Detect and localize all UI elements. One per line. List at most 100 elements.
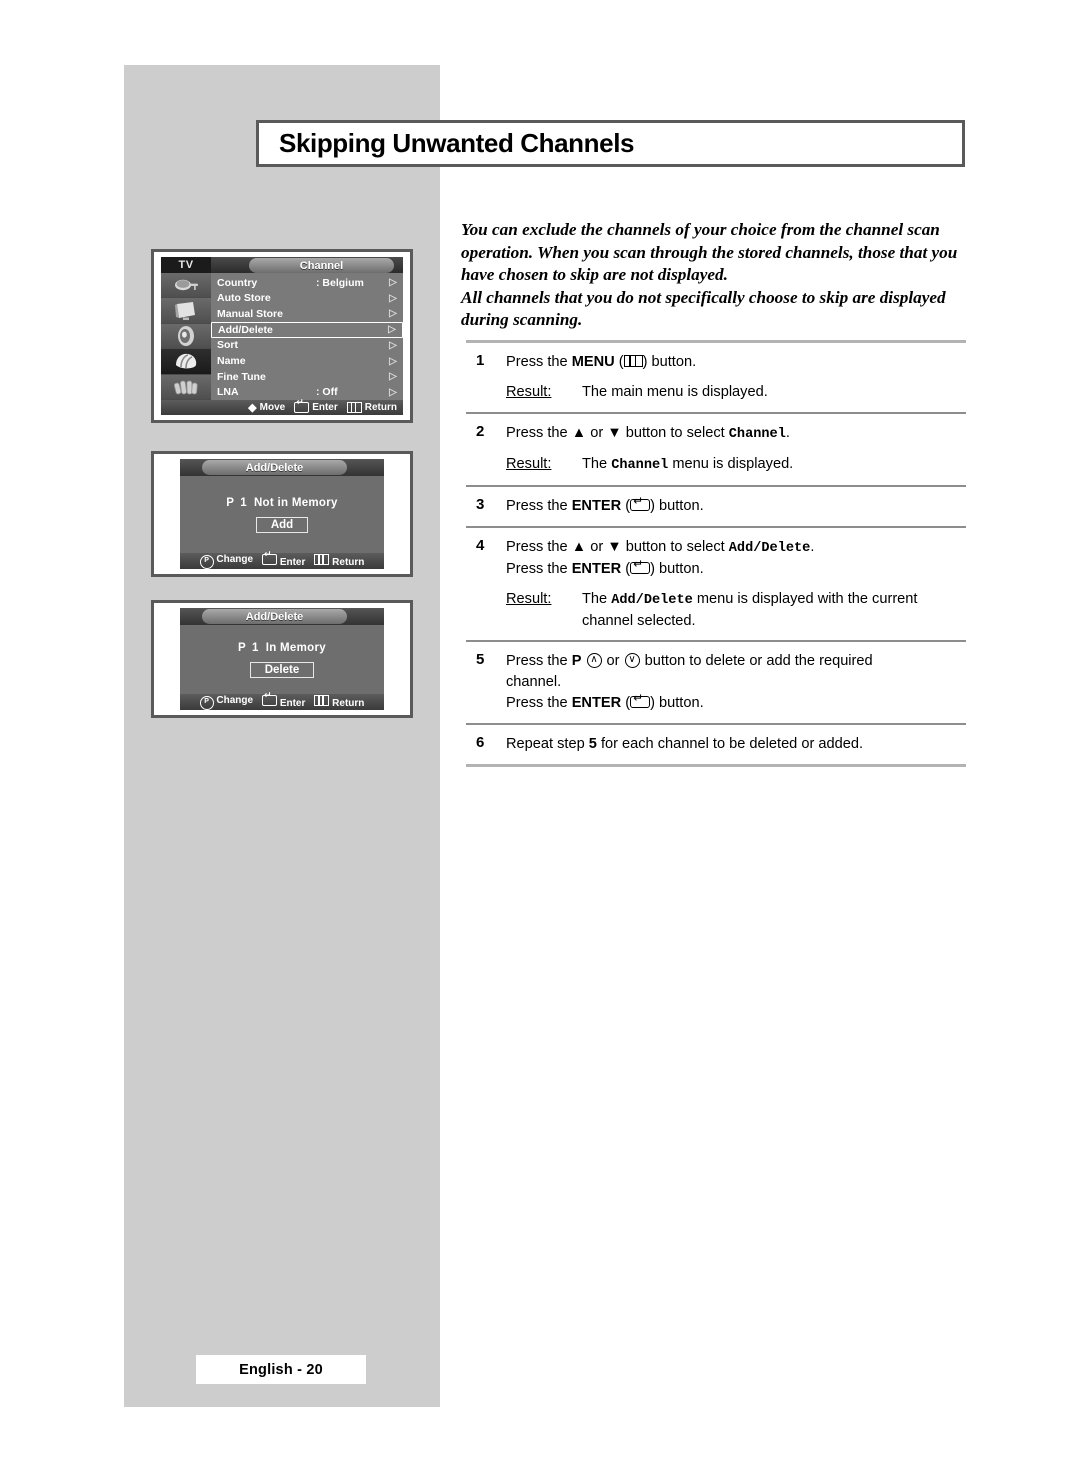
rule-bottom [466, 764, 966, 767]
osd-icon-column [161, 272, 211, 401]
osd-add-delete-not-in-memory-screenshot: Add/Delete P1 Not in Memory Add P Change… [151, 451, 413, 577]
step-instruction: Press the P or button to delete or add t… [506, 651, 966, 672]
osd-row-label: Fine Tune [217, 370, 266, 383]
osd-title: Add/Delete [202, 609, 347, 624]
step-result: Result: The Channel menu is displayed. [506, 454, 966, 476]
result-text: The Add/Delete menu is displayed with th… [582, 589, 917, 631]
osd-row-label: Auto Store [217, 292, 271, 305]
osd-title: Channel [249, 258, 394, 273]
fingers-icon[interactable] [161, 374, 211, 401]
menu-keyword: MENU [571, 354, 615, 370]
osd-hint-change: P Change [199, 554, 253, 569]
intro-paragraph-1: You can exclude the channels of your cho… [461, 220, 958, 284]
step-instruction-3: Press the ENTER () button. [506, 692, 966, 714]
osd-row-auto-store[interactable]: Auto Store ▷ [211, 290, 403, 306]
change-icon: P [199, 554, 214, 569]
osd-memory-status: In Memory [265, 641, 326, 654]
osd-memory-status: Not in Memory [253, 496, 338, 509]
step-instruction: Press the MENU () button. [506, 352, 966, 373]
channel-keyword: Channel [611, 458, 669, 473]
result-text: The main menu is displayed. [582, 384, 768, 400]
osd-hint-return: Return [314, 695, 364, 709]
page-title-box: Skipping Unwanted Channels [256, 120, 965, 167]
osd-body: P1 Not in Memory Add [180, 476, 384, 553]
paren-close: ) button. [650, 561, 704, 577]
step-result: Result: The Add/Delete menu is displayed… [506, 589, 966, 631]
enter-key-icon [294, 399, 310, 414]
osd-row-manual-store[interactable]: Manual Store ▷ [211, 306, 403, 322]
osd-channel-number: 1 [252, 641, 259, 654]
osd-channel-number: 1 [240, 496, 247, 509]
paren-open: ( [621, 498, 631, 514]
step-result: Result: The main menu is displayed. [506, 382, 966, 403]
return-menu-icon [314, 695, 330, 706]
enter-keyword: ENTER [571, 561, 622, 577]
osd-bottom-bar: ◆ Move Enter Return [161, 399, 403, 415]
return-menu-icon [314, 554, 330, 565]
add-delete-keyword: Add/Delete [611, 593, 693, 608]
add-delete-keyword: Add/Delete [728, 541, 811, 556]
period: . [810, 539, 815, 555]
enter-icon [630, 692, 651, 708]
osd-hint-label: Enter [279, 698, 306, 709]
osd-delete-button[interactable]: Delete [249, 661, 315, 678]
osd-hint-move: ◆ Move [248, 402, 285, 413]
step-number: 5 [476, 651, 485, 668]
paren-close: ) button. [650, 498, 704, 514]
osd-hint-label: Return [332, 557, 365, 568]
channel-keyword: Channel [728, 427, 786, 442]
osd-row-name[interactable]: Name ▷ [211, 353, 403, 369]
step-text-pre: Press the ▲ or ▼ button to select [506, 539, 729, 555]
osd-row-add-delete[interactable]: Add/Delete ▷ [211, 321, 403, 338]
circle-up-icon [586, 653, 602, 668]
step-instruction: Press the ▲ or ▼ button to select Add/De… [506, 537, 966, 559]
osd-program-prefix: P [238, 641, 247, 654]
hand-setup-icon[interactable] [161, 349, 211, 375]
osd-row-value: : Belgium [316, 276, 364, 289]
step-number: 1 [476, 352, 485, 369]
result-prefix: The [582, 456, 612, 472]
osd-body: P1 In Memory Delete [180, 625, 384, 694]
steps-list: 1 Press the MENU () button. Result: The … [466, 340, 966, 767]
osd-row-value: : Off [316, 386, 338, 399]
step-1: 1 Press the MENU () button. Result: The … [466, 343, 966, 412]
step-number: 6 [476, 734, 485, 751]
osd-add-button[interactable]: Add [255, 516, 309, 533]
osd-menu-rows: Country : Belgium ▷ Auto Store ▷ Manual … [211, 272, 403, 401]
chevron-right-icon: ▷ [388, 324, 396, 336]
osd-row-sort[interactable]: Sort ▷ [211, 338, 403, 354]
osd-channel-status: P1 In Memory [238, 642, 326, 654]
osd-row-country[interactable]: Country : Belgium ▷ [211, 275, 403, 291]
osd-row-lna[interactable]: LNA : Off ▷ [211, 384, 403, 400]
step-text-pre: Press the ▲ or ▼ button to select [506, 425, 729, 441]
step-2: 2 Press the ▲ or ▼ button to select Chan… [466, 414, 966, 485]
osd-title: Add/Delete [202, 460, 347, 475]
up-down-arrows-icon: ◆ [248, 401, 257, 414]
osd-hint-change: P Change [199, 695, 253, 710]
osd-channel-status: P1 Not in Memory [226, 497, 337, 509]
step-5: 5 Press the P or button to delete or add… [466, 642, 966, 723]
speaker-sound-icon[interactable] [161, 323, 211, 350]
intro-paragraph-2: All channels that you do not specificall… [461, 287, 946, 330]
step-text-pre: Press the [506, 695, 572, 711]
antenna-icon[interactable] [161, 272, 211, 299]
osd-hint-label: Enter [279, 557, 306, 568]
osd-bottom-bar: P Change Enter Return [180, 692, 384, 710]
chevron-right-icon: ▷ [389, 308, 397, 320]
enter-icon [630, 558, 651, 574]
or-word: or [602, 653, 624, 669]
osd-add-delete-in-memory: Add/Delete P1 In Memory Delete P Change … [180, 608, 384, 710]
step-text-pre: Press the [506, 498, 572, 514]
osd-row-fine-tune[interactable]: Fine Tune ▷ [211, 369, 403, 385]
osd-hint-enter: Enter [294, 399, 338, 414]
chevron-right-icon: ▷ [389, 355, 397, 367]
step-text-pre: Press the [506, 653, 572, 669]
menu-icon [623, 355, 643, 367]
result-label: Result: [506, 384, 552, 400]
step-instruction: Press the ▲ or ▼ button to select Channe… [506, 423, 966, 445]
step-6: 6 Repeat step 5 for each channel to be d… [466, 725, 966, 764]
osd-row-label: Manual Store [217, 307, 283, 320]
step-number: 2 [476, 423, 485, 440]
result-label: Result: [506, 456, 552, 472]
tv-picture-icon[interactable] [161, 298, 211, 324]
